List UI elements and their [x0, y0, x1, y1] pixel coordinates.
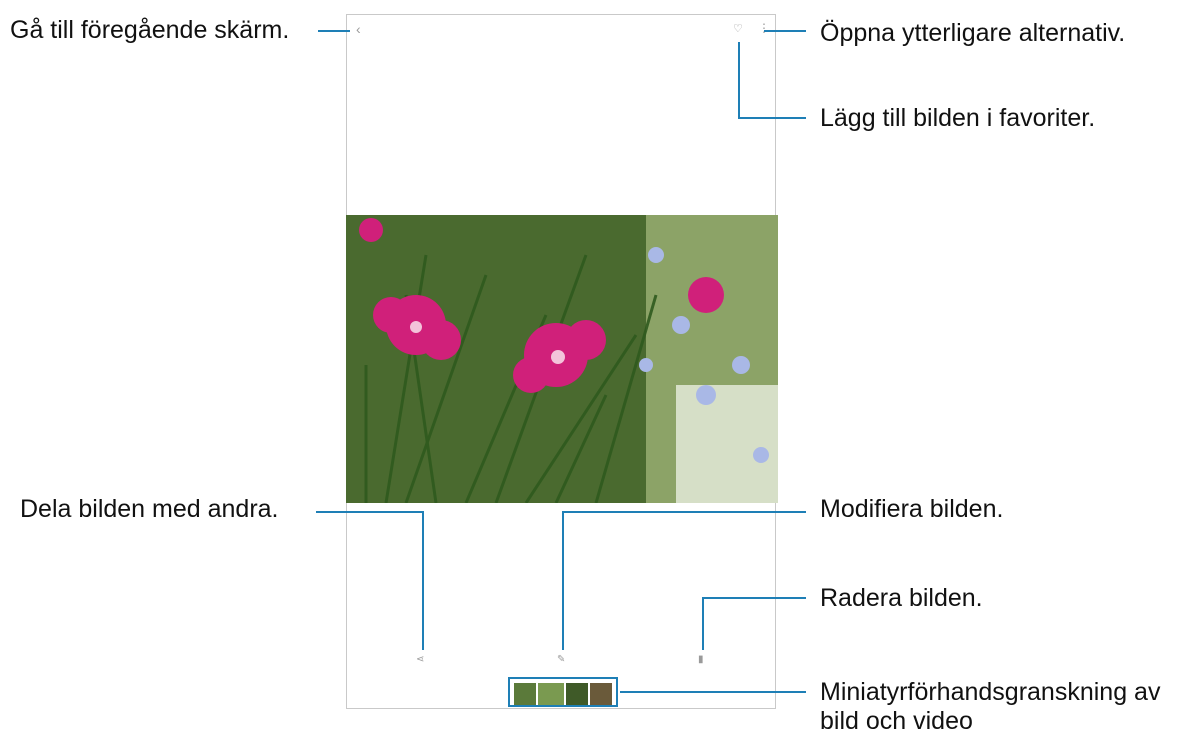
- callout-lines: [316, 30, 806, 693]
- favorite-callout-line: [738, 42, 806, 119]
- share-callout-line: [316, 511, 424, 650]
- delete-callout-line: [702, 597, 806, 650]
- edit-callout-line: [562, 511, 806, 650]
